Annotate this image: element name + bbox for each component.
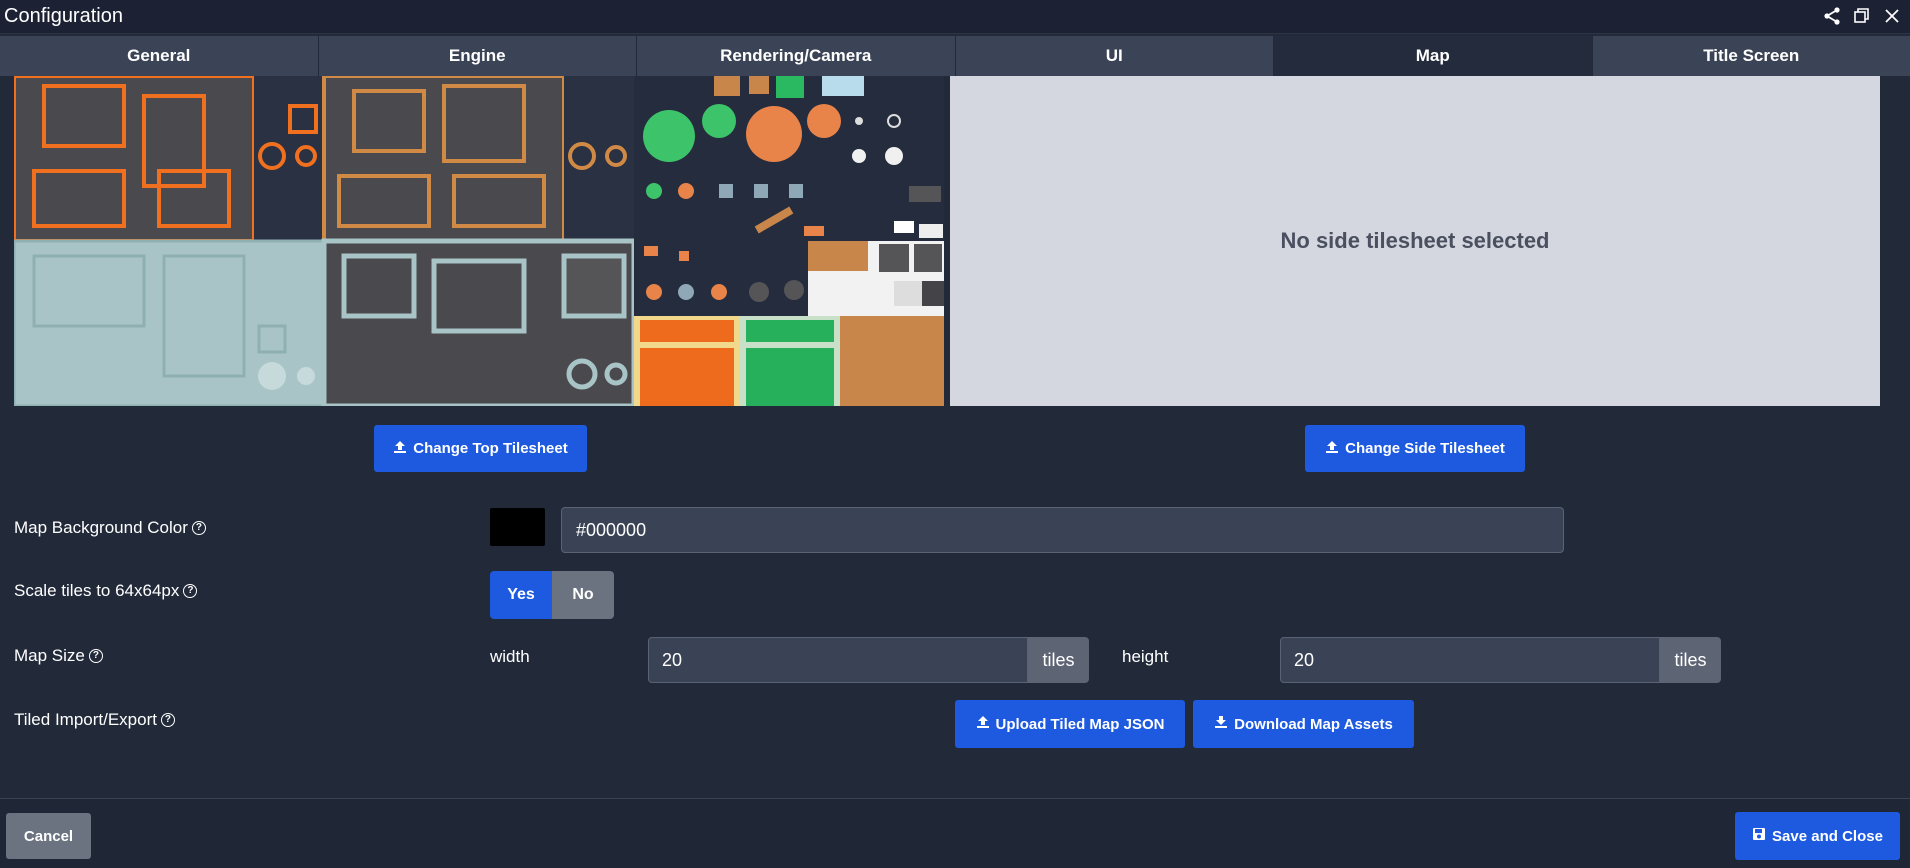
tab-engine[interactable]: Engine <box>318 36 637 76</box>
tab-ui[interactable]: UI <box>955 36 1274 76</box>
change-side-tilesheet-button[interactable]: Change Side Tilesheet <box>1305 425 1525 472</box>
change-top-tilesheet-button[interactable]: Change Top Tilesheet <box>374 425 587 472</box>
save-and-close-label: Save and Close <box>1772 827 1883 845</box>
top-tilesheet-preview <box>12 76 944 409</box>
share-icon[interactable] <box>1820 4 1844 28</box>
width-unit-addon: tiles <box>1028 637 1089 683</box>
map-settings-panel: No side tilesheet selected Change Top Ti… <box>0 76 1910 796</box>
height-label: height <box>1122 647 1169 666</box>
upload-icon <box>393 440 407 458</box>
height-unit-addon: tiles <box>1660 637 1721 683</box>
dialog-footer: Cancel Save and Close <box>0 798 1910 868</box>
color-swatch[interactable] <box>490 508 545 546</box>
upload-tiled-map-json-button[interactable]: Upload Tiled Map JSON <box>955 700 1185 748</box>
tiled-import-export-label: Tiled Import/Export ? <box>14 710 175 730</box>
download-icon <box>1214 715 1228 733</box>
change-side-tilesheet-label: Change Side Tilesheet <box>1345 440 1505 457</box>
help-icon[interactable]: ? <box>191 521 206 535</box>
help-icon[interactable]: ? <box>160 713 175 727</box>
tilesheet-image <box>12 76 944 409</box>
help-icon[interactable]: ? <box>88 649 103 663</box>
tab-rendering-camera[interactable]: Rendering/Camera <box>637 36 956 76</box>
download-map-assets-label: Download Map Assets <box>1234 715 1393 733</box>
map-size-label: Map Size ? <box>14 646 103 666</box>
download-map-assets-button[interactable]: Download Map Assets <box>1193 700 1414 748</box>
scale-tiles-toggle: Yes No <box>490 571 614 619</box>
save-icon <box>1752 827 1766 845</box>
scale-tiles-no-button[interactable]: No <box>552 571 614 619</box>
save-and-close-button[interactable]: Save and Close <box>1735 812 1900 860</box>
width-label: width <box>490 647 530 666</box>
change-top-tilesheet-label: Change Top Tilesheet <box>413 440 568 457</box>
tab-map[interactable]: Map <box>1274 36 1593 76</box>
no-side-tilesheet-message: No side tilesheet selected <box>1280 228 1550 253</box>
upload-tiled-map-json-label: Upload Tiled Map JSON <box>995 715 1165 733</box>
tab-general[interactable]: General <box>0 36 319 76</box>
title-bar: Configuration <box>0 0 1910 34</box>
upload-icon <box>976 715 990 733</box>
window-controls <box>1820 4 1904 28</box>
restore-window-icon[interactable] <box>1850 4 1874 28</box>
scale-tiles-label: Scale tiles to 64x64px ? <box>14 581 198 601</box>
map-background-color-label: Map Background Color ? <box>14 518 206 538</box>
window-title: Configuration <box>4 5 123 27</box>
close-icon[interactable] <box>1880 4 1904 28</box>
tab-title-screen[interactable]: Title Screen <box>1592 36 1910 76</box>
cancel-button[interactable]: Cancel <box>6 813 91 859</box>
help-icon[interactable]: ? <box>183 584 198 598</box>
side-tilesheet-preview: No side tilesheet selected <box>950 76 1880 406</box>
scale-tiles-yes-button[interactable]: Yes <box>490 571 552 619</box>
map-height-input[interactable] <box>1280 637 1660 683</box>
map-background-color-input[interactable] <box>561 507 1564 553</box>
tab-bar: General Engine Rendering/Camera UI Map T… <box>0 36 1910 76</box>
upload-icon <box>1325 440 1339 458</box>
map-width-input[interactable] <box>648 637 1028 683</box>
